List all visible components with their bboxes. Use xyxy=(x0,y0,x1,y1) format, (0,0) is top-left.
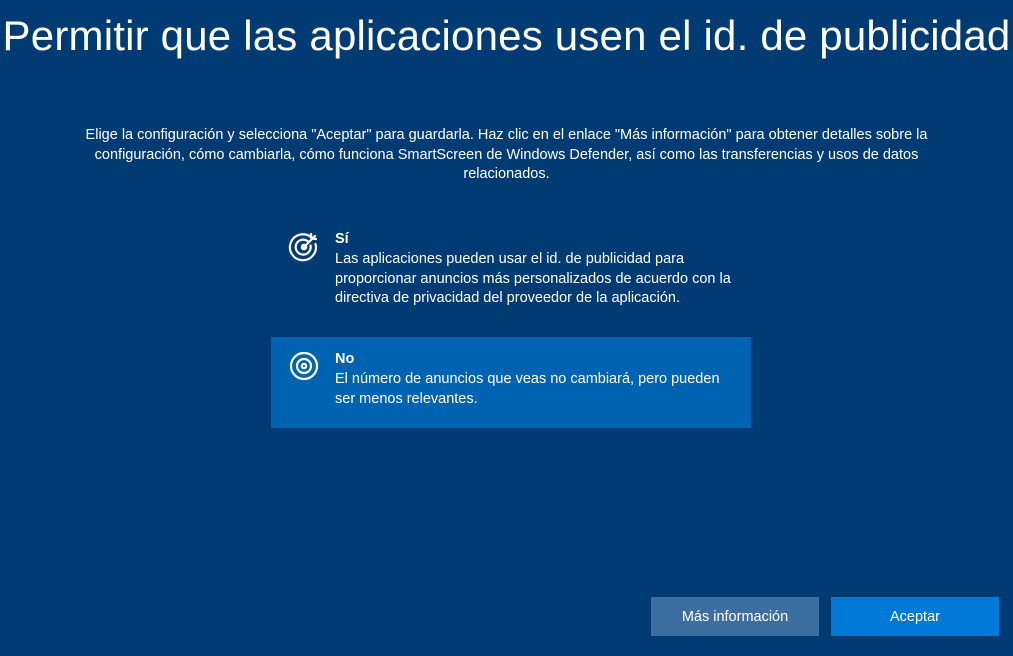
option-no-title: No xyxy=(335,351,355,367)
target-arrow-icon xyxy=(288,232,318,262)
more-info-button[interactable]: Más información xyxy=(651,597,819,636)
page-description: Elige la configuración y selecciona "Ace… xyxy=(85,127,928,182)
option-no[interactable]: No El número de anuncios que veas no cam… xyxy=(271,337,751,428)
target-icon xyxy=(289,351,319,381)
options-list: Sí Las aplicaciones pueden usar el id. d… xyxy=(271,217,751,428)
option-yes[interactable]: Sí Las aplicaciones pueden usar el id. d… xyxy=(271,217,751,329)
option-yes-title: Sí xyxy=(335,231,349,247)
accept-button[interactable]: Aceptar xyxy=(831,597,999,636)
option-yes-description: Las aplicaciones pueden usar el id. de p… xyxy=(335,251,731,306)
option-no-description: El número de anuncios que veas no cambia… xyxy=(335,371,720,407)
page-title: Permitir que las aplicaciones usen el id… xyxy=(2,12,1011,59)
